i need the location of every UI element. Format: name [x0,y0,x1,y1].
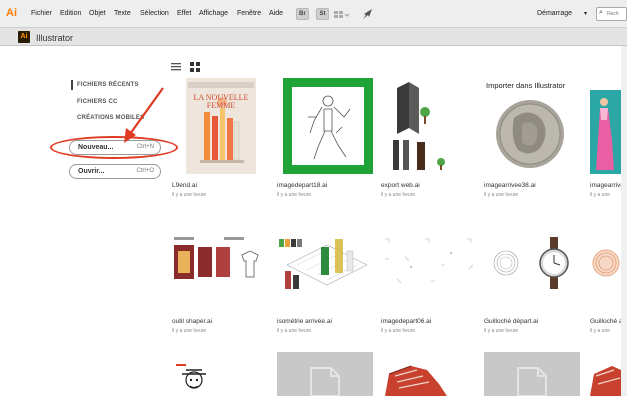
ai-logo: Ai [6,7,17,19]
open-file-shortcut: Ctrl+O [136,168,154,174]
stock-button[interactable]: St [316,8,329,20]
file-time: il y a une heure [277,328,312,334]
sidebar-item-recent-files[interactable]: FICHIERS RÉCENTS [77,82,139,88]
file-time: il y a une heure [172,192,207,198]
file-name[interactable]: imagedepart18.ai [277,182,327,189]
active-section-indicator [71,80,73,90]
search-icon: ⌕ [599,9,603,16]
file-thumb-guilloche-depart[interactable] [484,235,580,291]
menu-texte[interactable]: Texte [114,10,131,17]
file-name[interactable]: isométrie arrivée.ai [277,318,332,325]
menu-edition[interactable]: Edition [60,10,81,17]
menu-affichage[interactable]: Affichage [199,10,228,17]
file-time: il y a une [590,328,611,334]
file-time: il y a une [590,192,611,198]
document-icon [310,367,340,396]
file-name[interactable]: imagearrivee38.ai [484,182,536,189]
sidebar-item-mobile-creations[interactable]: CRÉATIONS MOBILES [77,115,144,121]
file-name[interactable]: imagedepart06.ai [381,318,431,325]
search-input[interactable] [607,8,626,20]
file-time: il y a une heure [381,192,416,198]
bridge-button[interactable]: Br [296,8,309,20]
illustrator-logo: Ai [18,31,30,43]
file-thumb-l9end[interactable]: LA NOUVELLE FEMME [186,78,256,174]
search-box[interactable]: ⌕ [596,7,627,21]
send-rocket-icon[interactable] [362,8,374,20]
menu-bar: Ai Fichier Edition Objet Texte Sélection… [0,0,627,28]
file-name[interactable]: Guilloché ar [590,318,625,325]
menu-effet[interactable]: Effet [177,10,191,17]
file-time: il y a une heure [172,328,207,334]
open-file-button[interactable]: Ouvrir... Ctrl+O [69,164,161,179]
menu-fichier[interactable]: Fichier [31,10,52,17]
file-time: il y a une heure [277,192,312,198]
file-thumb-isometrie[interactable] [277,235,373,293]
file-name[interactable]: L9end.ai [172,182,197,189]
chevron-down-icon: ▾ [583,11,587,17]
file-thumb-export-web[interactable] [381,78,471,174]
file-thumb-row3-placeholder[interactable] [277,352,373,396]
file-name[interactable]: Guilloché départ.ai [484,318,538,325]
scrollbar[interactable] [621,46,627,396]
file-thumb-row3-placeholder-2[interactable] [484,352,580,396]
app-title: Illustrator [36,33,74,43]
menu-objet[interactable]: Objet [89,10,106,17]
file-thumb-imagedepart06[interactable] [381,235,477,291]
file-thumb-row3-shoe[interactable] [381,360,477,396]
file-name[interactable]: outil shaper.ai [172,318,212,325]
highlight-ring [50,136,178,159]
sidebar-item-cc-files[interactable]: FICHIERS CC [77,99,118,105]
file-thumb-row3-face[interactable] [172,362,268,396]
file-time: il y a une heure [381,328,416,334]
arrange-documents-icon[interactable] [334,10,350,19]
file-name[interactable]: imagearrive [590,182,624,189]
file-thumb-imagearrive[interactable] [590,90,621,174]
file-name[interactable]: export web.ai [381,182,420,189]
thumb-title-l9end: LA NOUVELLE FEMME [193,93,249,110]
file-thumb-row3-shoe-2[interactable] [590,360,621,396]
workspace-label: Démarrage [537,10,573,17]
file-thumb-imagedepart18[interactable] [283,78,373,174]
open-file-label: Ouvrir... [78,168,105,175]
document-icon [517,367,547,396]
file-time: il y a une heure [484,328,519,334]
list-view-icon[interactable] [171,62,181,72]
file-thumb-outil-shaper[interactable] [172,235,268,287]
app-header [0,28,627,46]
grid-view-icon[interactable] [190,62,200,72]
file-thumb-imagearrivee38[interactable]: Importer dans Illustrator [484,78,576,174]
menu-fenetre[interactable]: Fenêtre [237,10,261,17]
menu-selection[interactable]: Sélection [140,10,169,17]
file-thumb-guilloche-arrivee[interactable] [590,235,621,291]
annotation-arrow [124,87,164,143]
menu-aide[interactable]: Aide [269,10,283,17]
workspace-switcher[interactable]: Démarrage ▾ [537,8,587,20]
file-time: il y a une heure [484,192,519,198]
